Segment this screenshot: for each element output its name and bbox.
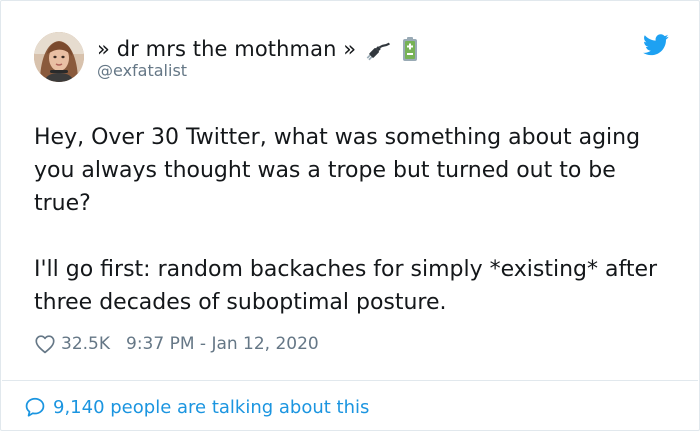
avatar-image (34, 32, 84, 82)
user-handle[interactable]: @exfatalist (97, 61, 187, 80)
twitter-bird-icon[interactable] (643, 34, 669, 56)
tweet-paragraph: Hey, Over 30 Twitter, what was something… (34, 125, 641, 216)
avatar[interactable] (34, 32, 84, 82)
embedded-tweet-card: » dr mrs the mothman » @exfatalist Hey, … (0, 0, 700, 431)
tweet-meta-row: 32.5K 9:37 PM - Jan 12, 2020 (34, 332, 319, 356)
speech-bubble-icon (25, 397, 45, 417)
tweet-text: Hey, Over 30 Twitter, what was something… (34, 121, 674, 319)
conversation-link[interactable]: 9,140 people are talking about this (24, 395, 369, 419)
battery-icon (396, 35, 424, 63)
author-name-row[interactable]: » dr mrs the mothman » (97, 35, 424, 63)
like-count[interactable]: 32.5K (61, 334, 110, 354)
tweet-timestamp[interactable]: 9:37 PM - Jan 12, 2020 (126, 334, 319, 354)
divider (2, 380, 698, 381)
conversation-count-text[interactable]: 9,140 people are talking about this (53, 397, 369, 418)
electric-plug-icon (364, 35, 392, 63)
heart-icon[interactable] (34, 333, 56, 355)
display-name[interactable]: » dr mrs the mothman » (97, 37, 356, 61)
tweet-paragraph: I'll go first: random backaches for simp… (34, 257, 658, 315)
